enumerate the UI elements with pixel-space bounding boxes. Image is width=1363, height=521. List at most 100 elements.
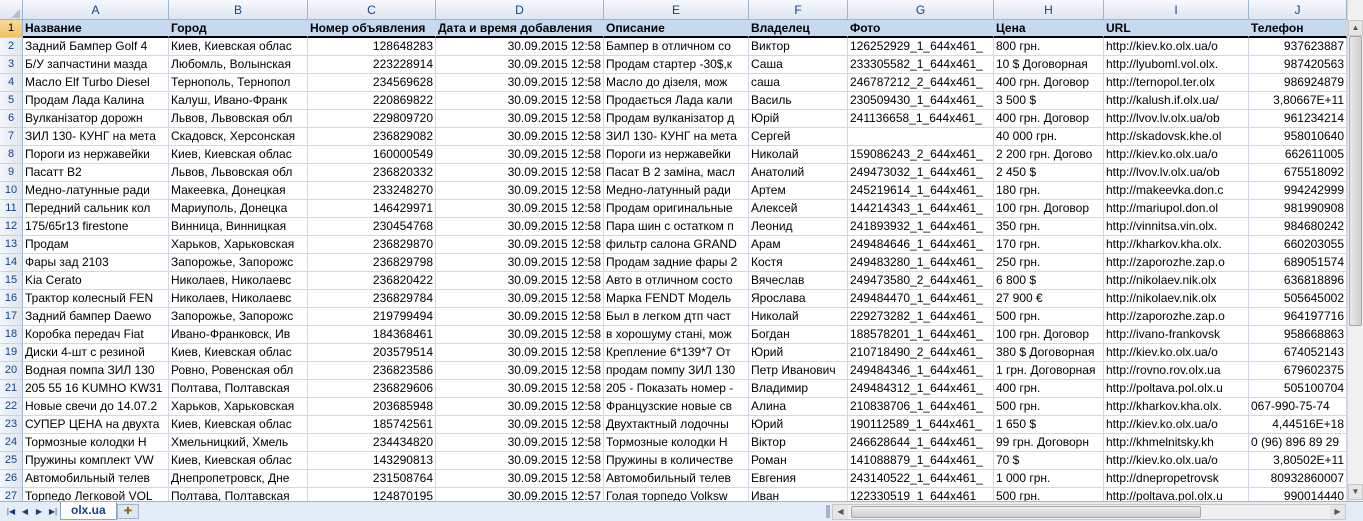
column-title[interactable]: Телефон bbox=[1249, 20, 1347, 38]
cell[interactable]: http://nikolaev.nik.olx bbox=[1104, 290, 1249, 308]
cell[interactable]: Продам задние фары 2 bbox=[604, 254, 749, 272]
cell[interactable]: 964197716 bbox=[1249, 308, 1347, 326]
column-header-g[interactable]: G bbox=[848, 0, 994, 20]
cell[interactable]: http://kharkov.kha.olx. bbox=[1104, 398, 1249, 416]
cell[interactable]: 249473580_2_644x461_ bbox=[848, 272, 994, 290]
row-header[interactable]: 3 bbox=[0, 56, 23, 74]
cell[interactable]: Николаев, Николаевс bbox=[169, 272, 308, 290]
cell[interactable]: http://kalush.if.olx.ua/ bbox=[1104, 92, 1249, 110]
vertical-scroll-thumb[interactable] bbox=[1349, 36, 1362, 326]
cell[interactable]: 205 - Показать номер - bbox=[604, 380, 749, 398]
cell[interactable]: Новые свечи до 14.07.2 bbox=[23, 398, 169, 416]
cell[interactable]: Продам оригинальные bbox=[604, 200, 749, 218]
cell[interactable]: Любомль, Волынская bbox=[169, 56, 308, 74]
cell[interactable]: 236829798 bbox=[308, 254, 436, 272]
cell[interactable]: Калуш, Ивано-Франк bbox=[169, 92, 308, 110]
cell[interactable]: Пружины в количестве bbox=[604, 452, 749, 470]
row-header[interactable]: 9 bbox=[0, 164, 23, 182]
cell[interactable]: 236829606 bbox=[308, 380, 436, 398]
column-header-a[interactable]: A bbox=[23, 0, 169, 20]
cell[interactable]: ЗИЛ 130- КУНГ на мета bbox=[23, 128, 169, 146]
cell[interactable]: 203579514 bbox=[308, 344, 436, 362]
cell[interactable]: 3 500 $ bbox=[994, 92, 1104, 110]
row-header[interactable]: 8 bbox=[0, 146, 23, 164]
cell[interactable]: http://dnepropetrovsk bbox=[1104, 470, 1249, 488]
cell[interactable]: 249484646_1_644x461_ bbox=[848, 236, 994, 254]
cell[interactable]: 500 грн. bbox=[994, 308, 1104, 326]
cell[interactable]: Киев, Киевская облас bbox=[169, 344, 308, 362]
row-header[interactable]: 13 bbox=[0, 236, 23, 254]
cell[interactable]: 210838706_1_644x461_ bbox=[848, 398, 994, 416]
cell[interactable]: 30.09.2015 12:58 bbox=[436, 56, 604, 74]
cell[interactable]: http://khmelnitsky.kh bbox=[1104, 434, 1249, 452]
cell[interactable]: 662611005 bbox=[1249, 146, 1347, 164]
scroll-right-icon[interactable]: ▶ bbox=[1330, 505, 1345, 519]
cell[interactable]: http://poltava.pol.olx.u bbox=[1104, 380, 1249, 398]
cell[interactable]: Пружины комплект VW bbox=[23, 452, 169, 470]
cell[interactable]: 223228914 bbox=[308, 56, 436, 74]
cell[interactable]: Масло Elf Turbo Diesel bbox=[23, 74, 169, 92]
cell[interactable]: 188578201_1_644x461_ bbox=[848, 326, 994, 344]
cell[interactable]: Продам bbox=[23, 236, 169, 254]
next-sheet-icon[interactable]: ▶ bbox=[32, 505, 46, 518]
cell[interactable]: Автомобильный телев bbox=[23, 470, 169, 488]
cell[interactable]: 220869822 bbox=[308, 92, 436, 110]
cell[interactable]: Николаев, Николаевс bbox=[169, 290, 308, 308]
cell[interactable]: 958668863 bbox=[1249, 326, 1347, 344]
cell[interactable]: 30.09.2015 12:58 bbox=[436, 344, 604, 362]
cell[interactable]: 249484470_1_644x461_ bbox=[848, 290, 994, 308]
cell[interactable]: http://kharkov.kha.olx. bbox=[1104, 236, 1249, 254]
cell[interactable]: Киев, Киевская облас bbox=[169, 452, 308, 470]
cell[interactable]: Киев, Киевская облас bbox=[169, 38, 308, 56]
cell[interactable]: Торпедо Легковой VOL bbox=[23, 488, 169, 501]
row-header[interactable]: 22 bbox=[0, 398, 23, 416]
cell[interactable]: 30.09.2015 12:58 bbox=[436, 200, 604, 218]
horizontal-scrollbar[interactable]: ◀ ▶ bbox=[832, 504, 1346, 520]
cell[interactable]: Анатолий bbox=[749, 164, 848, 182]
cell[interactable]: 990014440 bbox=[1249, 488, 1347, 501]
cell[interactable]: 234569628 bbox=[308, 74, 436, 92]
tab-split-handle[interactable] bbox=[826, 505, 830, 518]
cell[interactable]: 236823586 bbox=[308, 362, 436, 380]
cell[interactable]: 246787212_2_644x461_ bbox=[848, 74, 994, 92]
cell[interactable]: Віктор bbox=[749, 434, 848, 452]
cell[interactable]: Киев, Киевская облас bbox=[169, 416, 308, 434]
cell[interactable]: 675518092 bbox=[1249, 164, 1347, 182]
cell[interactable]: Продається Лада кали bbox=[604, 92, 749, 110]
cell[interactable]: 30.09.2015 12:58 bbox=[436, 308, 604, 326]
cell[interactable]: 234434820 bbox=[308, 434, 436, 452]
cell[interactable]: 124870195 bbox=[308, 488, 436, 501]
cell[interactable]: 30.09.2015 12:58 bbox=[436, 146, 604, 164]
cell[interactable]: Пороги из нержавейки bbox=[23, 146, 169, 164]
row-header[interactable]: 21 bbox=[0, 380, 23, 398]
cell[interactable]: 219799494 bbox=[308, 308, 436, 326]
sheet-tab[interactable]: olx.ua bbox=[60, 502, 117, 520]
cell[interactable]: 500 грн. bbox=[994, 488, 1104, 501]
cell[interactable]: http://skadovsk.khe.ol bbox=[1104, 128, 1249, 146]
cell[interactable]: 500 грн. bbox=[994, 398, 1104, 416]
row-header[interactable]: 11 bbox=[0, 200, 23, 218]
cell[interactable]: http://makeevka.don.c bbox=[1104, 182, 1249, 200]
cell[interactable]: СУПЕР ЦЕНА на двухта bbox=[23, 416, 169, 434]
cell[interactable]: 185742561 bbox=[308, 416, 436, 434]
cell[interactable]: Артем bbox=[749, 182, 848, 200]
cell[interactable]: Крепление 6*139*7 От bbox=[604, 344, 749, 362]
cell[interactable]: 30.09.2015 12:58 bbox=[436, 290, 604, 308]
cell[interactable]: http://lvov.lv.olx.ua/ob bbox=[1104, 110, 1249, 128]
cell[interactable]: Харьков, Харьковская bbox=[169, 236, 308, 254]
cell[interactable]: Юрій bbox=[749, 110, 848, 128]
cell[interactable]: 3,80502E+11 bbox=[1249, 452, 1347, 470]
cell[interactable]: Макеевка, Донецкая bbox=[169, 182, 308, 200]
cell[interactable]: 141088879_1_644x461_ bbox=[848, 452, 994, 470]
cell[interactable]: http://zaporozhe.zap.o bbox=[1104, 254, 1249, 272]
cell[interactable]: 190112589_1_644x461_ bbox=[848, 416, 994, 434]
cell[interactable]: Продам Лада Калина bbox=[23, 92, 169, 110]
cell[interactable]: Фары зад 2103 bbox=[23, 254, 169, 272]
cell[interactable]: в хорошуму стані, мож bbox=[604, 326, 749, 344]
row-header[interactable]: 14 bbox=[0, 254, 23, 272]
column-header-h[interactable]: H bbox=[994, 0, 1104, 20]
cell[interactable]: Медно-латунный ради bbox=[604, 182, 749, 200]
cell[interactable]: Масло до дізеля, мож bbox=[604, 74, 749, 92]
cell[interactable]: 3,80667E+11 bbox=[1249, 92, 1347, 110]
cell[interactable]: Трактор колесный FEN bbox=[23, 290, 169, 308]
